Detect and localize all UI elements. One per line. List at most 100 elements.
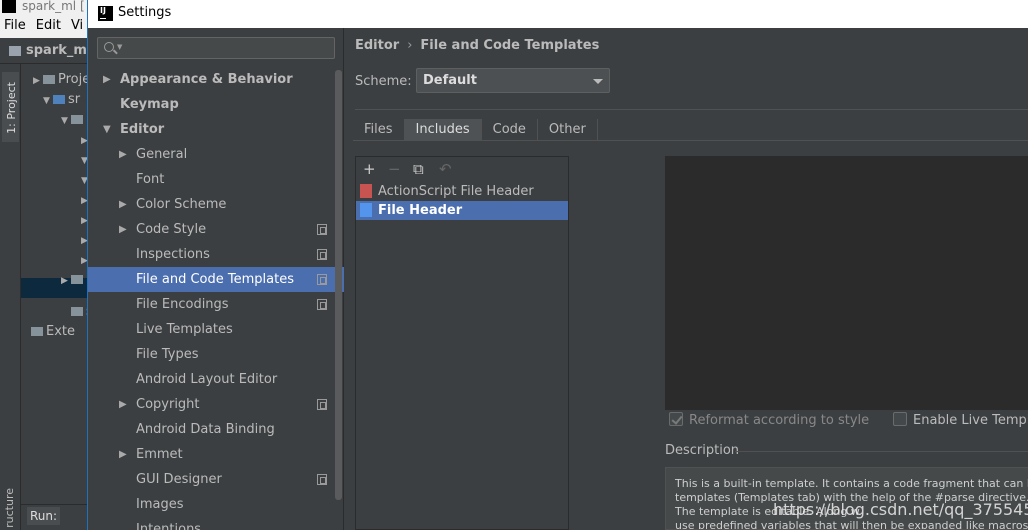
nav-item-intentions[interactable]: Intentions [88, 517, 344, 530]
menu-file[interactable]: File [4, 18, 26, 33]
nav-item-label: GUI Designer [136, 472, 222, 487]
live-templates-checkbox-row[interactable]: Enable Live Templates [893, 411, 1028, 431]
nav-item-font[interactable]: Font [88, 167, 344, 192]
project-tool-label: 1: Project [5, 82, 18, 134]
tab-includes[interactable]: Includes [404, 119, 482, 141]
settings-search-box[interactable]: ▼ [97, 37, 335, 59]
project-level-icon [317, 224, 327, 235]
settings-search-input[interactable] [128, 40, 328, 56]
template-item-file-header[interactable]: File Header [356, 201, 568, 220]
nav-item-editor[interactable]: ▼ Editor [88, 117, 344, 142]
chevron-right-icon[interactable]: ▶ [119, 442, 127, 467]
project-tree-node[interactable]: Exte [21, 322, 75, 342]
nav-item-emmet[interactable]: ▶ Emmet [88, 442, 344, 467]
add-icon[interactable]: + [363, 158, 376, 180]
project-tree-node[interactable]: ▼ [61, 110, 86, 130]
breadcrumb-current: File and Code Templates [420, 38, 600, 53]
divider [355, 109, 1028, 110]
collapse-arrow-icon[interactable]: ▶ [61, 271, 71, 291]
nav-item-general[interactable]: ▶ General [88, 142, 344, 167]
chevron-right-icon[interactable]: ▶ [119, 142, 127, 167]
tool-window-stripe: 1: Project ructure [0, 64, 21, 530]
nav-item-android-data-binding[interactable]: Android Data Binding [88, 417, 344, 442]
settings-tree-scrollbar[interactable] [335, 70, 342, 500]
chevron-down-icon [593, 79, 603, 84]
nav-item-label: Font [136, 172, 165, 187]
nav-item-inspections[interactable]: Inspections [88, 242, 344, 267]
intellij-logo-icon [2, 0, 16, 13]
project-level-icon [317, 274, 327, 285]
reset-icon[interactable]: ↶ [439, 158, 452, 180]
collapse-arrow-icon[interactable]: ▶ [33, 71, 43, 91]
live-templates-checkbox[interactable] [893, 412, 907, 426]
folder-icon [9, 46, 21, 56]
reformat-checkbox-row[interactable]: Reformat according to style [669, 411, 869, 431]
nav-item-label: Android Layout Editor [136, 372, 278, 387]
nav-item-android-layout-editor[interactable]: Android Layout Editor [88, 367, 344, 392]
nav-item-label: Color Scheme [136, 197, 227, 212]
nav-item-file-and-code-templates[interactable]: File and Code Templates [88, 267, 344, 292]
copy-icon[interactable]: ⧉ [413, 158, 424, 180]
project-tree-node[interactable]: ▶ [61, 270, 86, 290]
template-item-actionscript[interactable]: ActionScript File Header [356, 182, 568, 201]
nav-item-label: Copyright [136, 397, 200, 412]
remove-icon[interactable]: − [388, 158, 401, 180]
nav-item-label: Editor [120, 122, 165, 137]
project-tree-label: Exte [46, 324, 76, 339]
nav-item-label: Emmet [136, 447, 183, 462]
reformat-label: Reformat according to style [689, 413, 870, 428]
project-tree-node[interactable]: ▼ sr [43, 90, 80, 110]
chevron-right-icon[interactable]: ▶ [103, 67, 111, 92]
reformat-checkbox[interactable] [669, 412, 683, 426]
nav-item-file-encodings[interactable]: File Encodings [88, 292, 344, 317]
description-line: use predefined variables that will then … [675, 519, 1028, 530]
project-tool-tab[interactable]: 1: Project [2, 72, 19, 142]
tab-other[interactable]: Other [538, 119, 598, 141]
nav-item-label: Android Data Binding [136, 422, 275, 437]
project-level-icon [317, 299, 327, 310]
search-icon[interactable] [104, 42, 114, 52]
template-name: ActionScript File Header [378, 184, 534, 199]
nav-item-copyright[interactable]: ▶ Copyright [88, 392, 344, 417]
nav-item-appearance-behavior[interactable]: ▶ Appearance & Behavior [88, 67, 344, 92]
nav-item-label: Code Style [136, 222, 207, 237]
chevron-down-icon[interactable]: ▼ [103, 117, 111, 142]
nav-item-label: Inspections [136, 247, 210, 262]
run-tool-tab[interactable]: Run: [27, 507, 61, 525]
nav-item-color-scheme[interactable]: ▶ Color Scheme [88, 192, 344, 217]
breadcrumb-parent: Editor [355, 38, 400, 53]
settings-tree-pane: ▼ ▶ Appearance & Behavior Keymap ▼ Editor ▶ Ge… [88, 28, 344, 530]
menu-edit[interactable]: Edit [36, 18, 61, 33]
tab-files[interactable]: Files [353, 119, 405, 141]
ide-menu-bar: File Edit Vi [0, 14, 100, 38]
menu-view[interactable]: Vi [71, 18, 83, 33]
expand-arrow-icon[interactable]: ▼ [61, 111, 71, 131]
live-templates-label: Enable Live Templates [913, 413, 1028, 428]
nav-item-file-types[interactable]: File Types [88, 342, 344, 367]
folder-icon [71, 115, 83, 124]
expand-arrow-icon[interactable]: ▼ [43, 91, 53, 111]
project-name[interactable]: spark_ml [26, 43, 91, 58]
nav-item-label: File Types [136, 347, 199, 362]
nav-item-keymap[interactable]: Keymap [88, 92, 344, 117]
nav-item-code-style[interactable]: ▶ Code Style [88, 217, 344, 242]
structure-tool-label[interactable]: ructure [3, 488, 16, 528]
project-level-icon [317, 249, 327, 260]
chevron-right-icon[interactable]: ▶ [119, 217, 127, 242]
nav-item-gui-designer[interactable]: GUI Designer [88, 467, 344, 492]
scheme-dropdown[interactable]: Default [416, 68, 610, 93]
watermark: https://blog.csdn.net/qq_37554565 [773, 500, 1028, 519]
chevron-right-icon[interactable]: ▶ [119, 392, 127, 417]
chevron-right-icon[interactable]: ▶ [119, 192, 127, 217]
search-history-icon[interactable]: ▼ [117, 43, 122, 51]
nav-item-label: Appearance & Behavior [120, 72, 293, 87]
template-editor[interactable] [665, 156, 1028, 410]
nav-item-images[interactable]: Images [88, 492, 344, 517]
ide-navigation-bar: spark_ml [0, 38, 100, 64]
actionscript-file-icon [360, 184, 372, 198]
folder-icon [31, 327, 43, 336]
ide-title-bar: spark_ml [ [0, 0, 100, 14]
nav-item-live-templates[interactable]: Live Templates [88, 317, 344, 342]
tab-code[interactable]: Code [482, 119, 538, 141]
description-box: This is a built-in template. It contains… [665, 467, 1028, 530]
